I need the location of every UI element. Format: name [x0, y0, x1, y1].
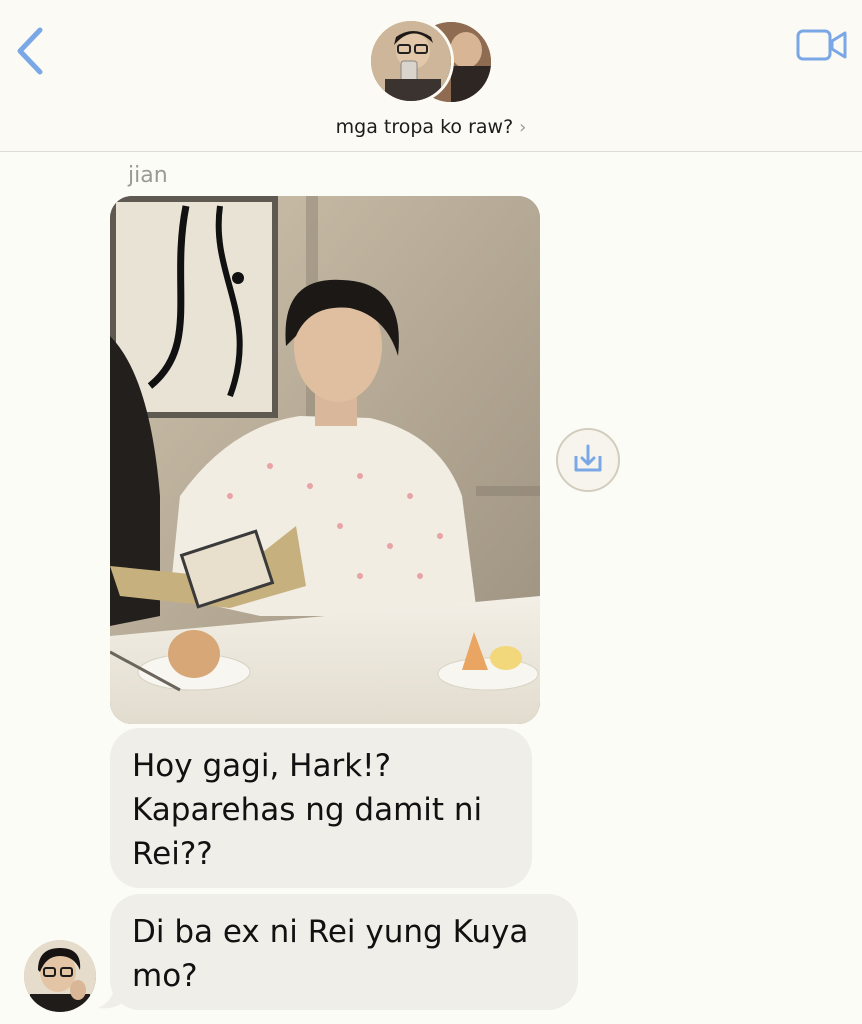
sender-name: jian — [128, 163, 168, 188]
video-camera-icon — [796, 29, 847, 61]
save-photo-button[interactable] — [556, 428, 620, 492]
group-name-button[interactable]: mga tropa ko raw? › — [0, 116, 862, 138]
incoming-message-bubble[interactable]: Hoy gagi, Hark!? Kaparehas ng damit ni R… — [110, 728, 532, 888]
incoming-message-bubble[interactable]: Di ba ex ni Rei yung Kuya mo? — [110, 894, 578, 1010]
conversation-header: mga tropa ko raw? › — [0, 0, 862, 152]
chevron-right-icon: › — [519, 117, 527, 138]
back-button[interactable] — [14, 26, 48, 76]
save-to-photos-icon — [574, 444, 602, 472]
video-call-button[interactable] — [796, 28, 848, 64]
sender-avatar[interactable] — [24, 940, 96, 1012]
group-avatars[interactable] — [368, 18, 496, 105]
photo-image — [110, 196, 540, 724]
chevron-left-icon — [17, 27, 43, 75]
message-text: Di ba ex ni Rei yung Kuya mo? — [132, 914, 529, 994]
bubble-tail — [98, 988, 126, 1009]
member-avatar — [368, 18, 454, 104]
photo-attachment[interactable] — [110, 196, 540, 724]
group-name-label: mga tropa ko raw? — [335, 116, 514, 138]
message-text: Hoy gagi, Hark!? Kaparehas ng damit ni R… — [132, 748, 483, 872]
